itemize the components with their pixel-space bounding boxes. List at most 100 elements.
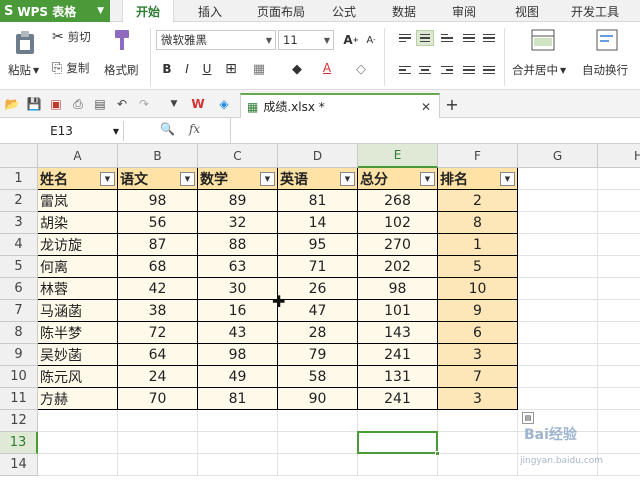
cell[interactable] xyxy=(518,366,598,388)
table-cell[interactable]: 241 xyxy=(358,344,438,366)
cell[interactable] xyxy=(358,410,438,432)
tab-home[interactable]: 开始 xyxy=(122,0,174,23)
fill-handle[interactable] xyxy=(435,451,440,456)
table-cell[interactable]: 131 xyxy=(358,366,438,388)
table-cell[interactable]: 43 xyxy=(198,322,278,344)
tab-view[interactable]: 视图 xyxy=(505,0,549,22)
tab-formulas[interactable]: 公式 xyxy=(322,0,366,22)
cell[interactable] xyxy=(598,278,640,300)
table-cell[interactable]: 49 xyxy=(198,366,278,388)
table-cell[interactable]: 270 xyxy=(358,234,438,256)
table-cell[interactable]: 71 xyxy=(278,256,358,278)
table-cell[interactable]: 30 xyxy=(198,278,278,300)
table-cell[interactable]: 陈元风 xyxy=(38,366,118,388)
row-header-10[interactable]: 10 xyxy=(0,366,38,388)
cell[interactable] xyxy=(518,256,598,278)
column-header-f[interactable]: F xyxy=(438,144,518,168)
table-cell[interactable]: 龙访旋 xyxy=(38,234,118,256)
font-name-select[interactable]: 微软雅黑 ▼ xyxy=(156,30,276,50)
merge-center-icon[interactable] xyxy=(530,28,556,52)
table-cell[interactable]: 202 xyxy=(358,256,438,278)
cell[interactable] xyxy=(438,432,518,454)
column-header-d[interactable]: D xyxy=(278,144,358,168)
column-header-g[interactable]: G xyxy=(518,144,598,168)
row-header-1[interactable]: 1 xyxy=(0,168,38,190)
table-cell[interactable]: 28 xyxy=(278,322,358,344)
cell[interactable] xyxy=(278,454,358,476)
table-header-cell[interactable]: 数学 ▼ xyxy=(198,168,278,190)
distributed-align-icon[interactable] xyxy=(480,62,498,78)
table-cell[interactable]: 72 xyxy=(118,322,198,344)
align-left-icon[interactable] xyxy=(396,62,414,78)
table-header-cell[interactable]: 英语 ▼ xyxy=(278,168,358,190)
cell[interactable] xyxy=(598,344,640,366)
table-cell[interactable]: 8 xyxy=(438,212,518,234)
table-cell[interactable]: 雷岚 xyxy=(38,190,118,212)
formula-input[interactable] xyxy=(230,118,640,144)
align-middle-icon[interactable] xyxy=(416,30,434,46)
table-cell[interactable]: 26 xyxy=(278,278,358,300)
tab-review[interactable]: 审阅 xyxy=(442,0,486,22)
table-cell[interactable]: 42 xyxy=(118,278,198,300)
open-folder-icon[interactable]: 📂 xyxy=(4,96,20,112)
cell[interactable] xyxy=(358,454,438,476)
table-cell[interactable]: 胡染 xyxy=(38,212,118,234)
paste-icon[interactable] xyxy=(10,28,40,58)
cell[interactable] xyxy=(198,454,278,476)
row-header-8[interactable]: 8 xyxy=(0,322,38,344)
tab-data[interactable]: 数据 xyxy=(382,0,426,22)
table-cell[interactable]: 9 xyxy=(438,300,518,322)
table-cell[interactable]: 70 xyxy=(118,388,198,410)
cell[interactable] xyxy=(198,410,278,432)
cut-button[interactable]: ✂ 剪切 xyxy=(52,29,91,45)
cell[interactable] xyxy=(38,410,118,432)
table-cell[interactable]: 6 xyxy=(438,322,518,344)
table-cell[interactable]: 林蓉 xyxy=(38,278,118,300)
table-cell[interactable]: 101 xyxy=(358,300,438,322)
italic-icon[interactable]: I xyxy=(178,60,196,78)
column-header-h[interactable]: H xyxy=(598,144,640,168)
merge-center-button[interactable]: 合并居中 ▼ xyxy=(512,62,566,78)
table-cell[interactable]: 1 xyxy=(438,234,518,256)
column-header-b[interactable]: B xyxy=(118,144,198,168)
column-header-e[interactable]: E xyxy=(358,144,438,168)
cell[interactable] xyxy=(438,410,518,432)
table-cell[interactable]: 7 xyxy=(438,366,518,388)
filter-dropdown-icon[interactable]: ▼ xyxy=(420,172,435,186)
table-cell[interactable]: 38 xyxy=(118,300,198,322)
font-size-select[interactable]: 11 ▼ xyxy=(278,30,334,50)
wrap-text-button[interactable]: 自动换行 xyxy=(582,62,628,78)
cell[interactable] xyxy=(518,190,598,212)
table-cell[interactable]: 98 xyxy=(118,190,198,212)
underline-icon[interactable]: U xyxy=(198,60,216,78)
row-header-9[interactable]: 9 xyxy=(0,344,38,366)
table-cell[interactable]: 32 xyxy=(198,212,278,234)
borders-icon[interactable]: ⊞ xyxy=(222,60,240,78)
cell[interactable] xyxy=(278,410,358,432)
table-cell[interactable]: 95 xyxy=(278,234,358,256)
table-cell[interactable]: 16 xyxy=(198,300,278,322)
cloud-cube-icon[interactable]: ◈ xyxy=(216,96,232,112)
table-cell[interactable]: 3 xyxy=(438,344,518,366)
filter-dropdown-icon[interactable]: ▼ xyxy=(500,172,515,186)
clear-format-icon[interactable]: ◇ xyxy=(352,60,370,78)
tab-developer[interactable]: 开发工具 xyxy=(562,0,628,22)
fill-pattern-icon[interactable]: ▦ xyxy=(250,60,268,78)
table-cell[interactable]: 68 xyxy=(118,256,198,278)
table-cell[interactable]: 87 xyxy=(118,234,198,256)
wrap-text-icon[interactable] xyxy=(594,28,620,52)
distribute-icon[interactable] xyxy=(480,30,498,46)
align-bottom-icon[interactable] xyxy=(438,30,456,46)
table-header-cell[interactable]: 姓名 ▼ xyxy=(38,168,118,190)
zoom-lookup-icon[interactable]: 🔍 xyxy=(160,122,175,136)
print-icon[interactable]: ⎙ xyxy=(70,96,86,112)
cell[interactable] xyxy=(598,410,640,432)
row-header-14[interactable]: 14 xyxy=(0,454,38,476)
cell[interactable] xyxy=(518,234,598,256)
cell[interactable] xyxy=(118,410,198,432)
table-cell[interactable]: 2 xyxy=(438,190,518,212)
table-header-cell[interactable]: 语文 ▼ xyxy=(118,168,198,190)
undo-icon[interactable]: ↶ xyxy=(114,96,130,112)
increase-font-icon[interactable]: A + xyxy=(342,31,360,49)
paste-options-icon[interactable]: ▤ xyxy=(522,412,534,424)
